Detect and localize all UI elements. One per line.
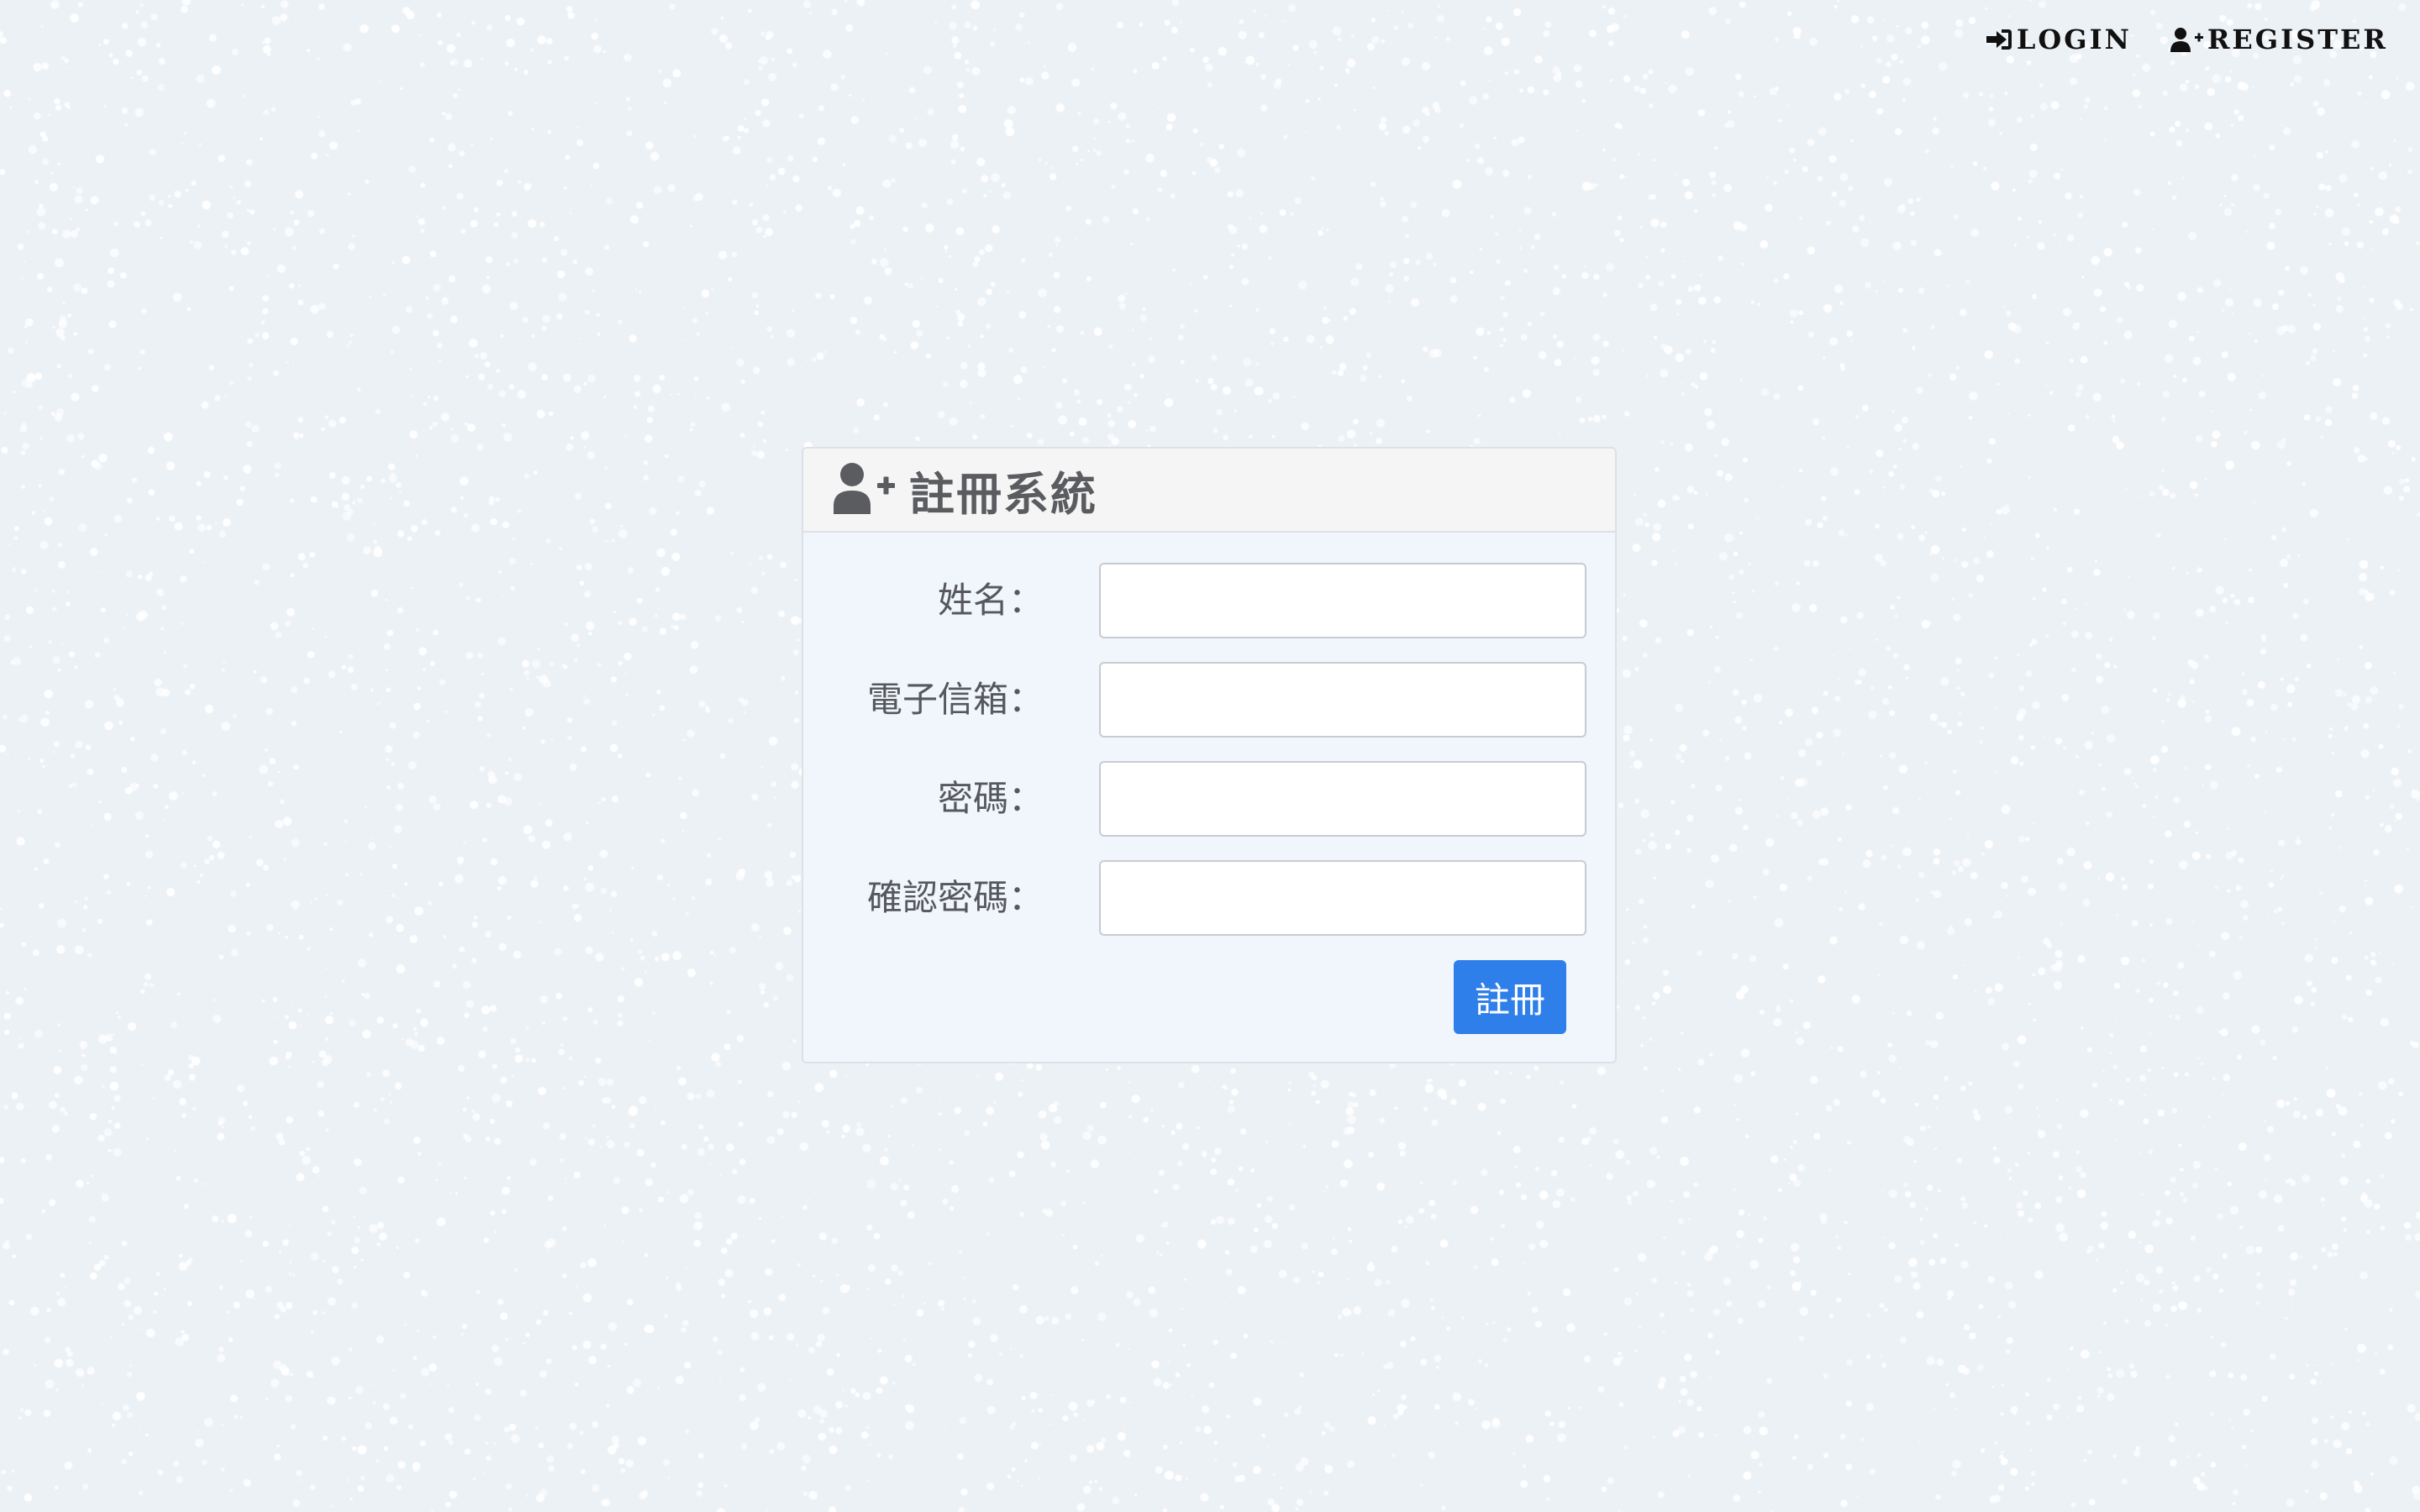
top-nav: LOGIN REGISTER [1985,24,2388,55]
register-panel: 註冊系統 姓名： 電子信箱： 密碼： 確認密碼： 註冊 [802,447,1617,1063]
name-label: 姓名： [937,580,1044,621]
panel-title: 註冊系統 [909,467,1097,521]
name-input[interactable] [1099,563,1586,638]
form-row-password: 密碼： [803,761,1615,837]
panel-header: 註冊系統 [803,449,1615,533]
confirm-password-input[interactable] [1099,860,1586,936]
register-label: REGISTER [2207,24,2388,55]
confirm-password-label: 確認密碼： [866,877,1044,918]
user-plus-icon [2170,27,2204,52]
user-plus-icon [834,462,896,517]
form-row-confirm-password: 確認密碼： [803,860,1615,936]
email-label: 電子信箱： [866,679,1044,720]
login-link[interactable]: LOGIN [1985,24,2132,55]
form-row-email: 電子信箱： [803,662,1615,738]
form-row-name: 姓名： [803,563,1615,638]
register-link[interactable]: REGISTER [2170,24,2388,55]
password-label: 密碼： [937,778,1044,819]
sign-in-icon [1985,27,2013,52]
register-submit-button[interactable]: 註冊 [1454,960,1566,1034]
login-label: LOGIN [2016,24,2132,55]
email-input[interactable] [1099,662,1586,738]
password-input[interactable] [1099,761,1586,837]
